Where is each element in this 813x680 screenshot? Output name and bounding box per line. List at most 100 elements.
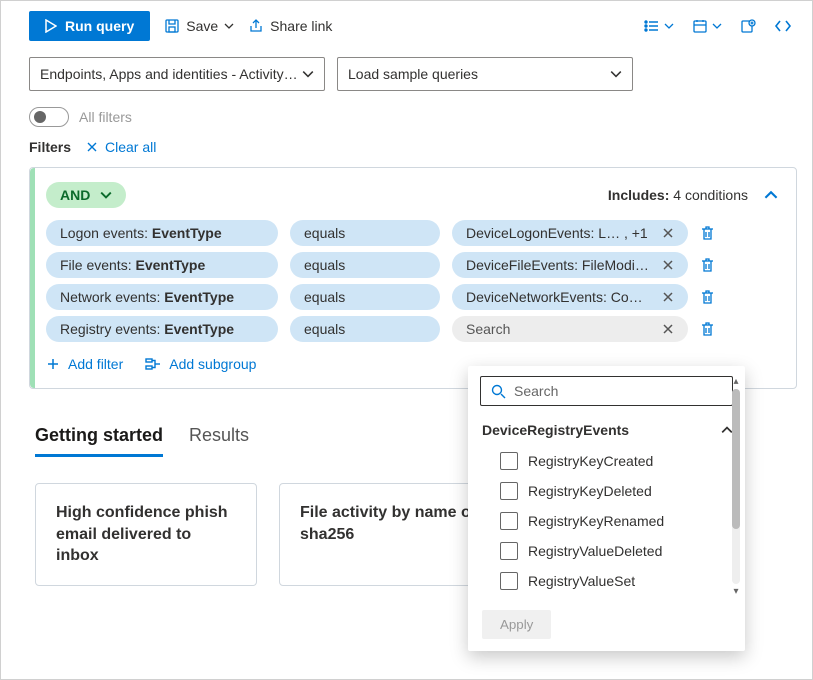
condition-operator-pill[interactable]: equals [290,220,440,246]
checkbox-icon[interactable] [500,572,518,590]
value-picker-popup: Search DeviceRegistryEvents RegistryKeyC… [468,366,745,651]
condition-field-pill[interactable]: File events: EventType [46,252,278,278]
logic-operator-label: AND [60,187,90,203]
tables-dropdown[interactable]: Endpoints, Apps and identities - Activit… [29,57,325,91]
clear-value-button[interactable] [662,227,674,239]
clear-value-button[interactable] [662,323,674,335]
add-subgroup-button[interactable]: Add subgroup [145,356,256,372]
value-option-label: RegistryKeyRenamed [528,513,664,529]
sample-queries-dropdown[interactable]: Load sample queries [337,57,633,91]
tab-results[interactable]: Results [189,425,249,457]
scroll-thumb[interactable] [732,389,740,529]
collapse-group-button[interactable] [764,188,778,202]
group-accent-bar [30,168,35,388]
value-option[interactable]: RegistryKeyRenamed [480,506,743,536]
condition-field-pill[interactable]: Network events: EventType [46,284,278,310]
condition-value-pill[interactable]: Search [452,316,688,342]
includes-count: 4 conditions [673,187,748,203]
includes-prefix: Includes: [608,187,669,203]
clear-value-button[interactable] [662,259,674,271]
value-option-label: RegistryKeyDeleted [528,483,652,499]
clear-all-button[interactable]: Clear all [85,139,156,155]
filters-header: Filters Clear all [1,139,812,167]
value-option-label: RegistryValueSet [528,573,635,589]
condition-value-pill[interactable]: DeviceLogonEvents: L… , +1 [452,220,688,246]
time-range-button[interactable] [692,18,722,34]
share-label: Share link [270,18,332,34]
list-view-button[interactable] [644,18,674,34]
value-option-label: RegistryKeyCreated [528,453,653,469]
value-group-name: DeviceRegistryEvents [482,422,629,438]
top-toolbar: Run query Save Share link [1,1,812,51]
value-option-label: RegistryValueDeleted [528,543,662,559]
logic-operator-dropdown[interactable]: AND [46,182,126,208]
scroll-down-arrow[interactable]: ▾ [733,586,738,597]
condition-value-text: DeviceFileEvents: FileModi… [466,257,649,273]
condition-row: Registry events: EventType equals Search [46,316,778,342]
condition-field-pill[interactable]: Logon events: EventType [46,220,278,246]
run-query-button[interactable]: Run query [29,11,150,41]
play-icon [45,19,57,33]
query-source-row: Endpoints, Apps and identities - Activit… [1,51,812,103]
clear-all-label: Clear all [105,139,156,155]
delete-condition-button[interactable] [700,321,715,337]
all-filters-label: All filters [79,109,132,125]
edit-kql-button[interactable] [774,18,792,34]
condition-row: Network events: EventType equals DeviceNet… [46,284,778,310]
value-option[interactable]: RegistryValueDeleted [480,536,743,566]
share-icon [248,18,264,34]
condition-operator-pill[interactable]: equals [290,284,440,310]
starter-card[interactable]: High confidence phish email delivered to… [35,483,257,586]
condition-row: File events: EventType equals DeviceFileEv… [46,252,778,278]
checkbox-icon[interactable] [500,452,518,470]
save-label: Save [186,18,218,34]
clear-value-button[interactable] [662,291,674,303]
value-search-placeholder: Search [514,383,558,399]
search-icon [491,384,506,399]
add-filter-button[interactable]: Add filter [46,356,123,372]
share-link-button[interactable]: Share link [248,18,332,34]
tab-getting-started[interactable]: Getting started [35,425,163,457]
chevron-down-icon [224,21,234,31]
checkbox-icon[interactable] [500,512,518,530]
save-button[interactable]: Save [164,18,234,34]
scroll-track[interactable] [732,389,740,584]
includes-summary: Includes: 4 conditions [608,187,778,203]
save-icon [164,18,180,34]
condition-value-pill[interactable]: DeviceNetworkEvents: Co… [452,284,688,310]
condition-value-text: DeviceNetworkEvents: Co… [466,289,643,305]
delete-condition-button[interactable] [700,225,715,241]
condition-operator-pill[interactable]: equals [290,252,440,278]
delete-condition-button[interactable] [700,289,715,305]
condition-value-text: DeviceLogonEvents: L… , +1 [466,225,648,241]
checkbox-icon[interactable] [500,542,518,560]
add-subgroup-label: Add subgroup [169,356,256,372]
value-option[interactable]: RegistryKeyCreated [480,446,743,476]
filters-label: Filters [29,139,71,155]
chevron-down-icon [302,68,314,80]
condition-value-text: Search [466,321,510,337]
run-query-label: Run query [65,18,134,34]
condition-row: Logon events: EventType equals DeviceLogon… [46,220,778,246]
add-filter-label: Add filter [68,356,123,372]
delete-condition-button[interactable] [700,257,715,273]
condition-operator-pill[interactable]: equals [290,316,440,342]
all-filters-row: All filters [1,103,812,139]
apply-button[interactable]: Apply [482,610,551,639]
create-rule-button[interactable] [740,18,756,34]
checkbox-icon[interactable] [500,482,518,500]
value-option[interactable]: RegistryValueSet [480,566,743,596]
value-search-input[interactable]: Search [480,376,733,406]
chevron-down-icon [610,68,622,80]
sample-queries-value: Load sample queries [348,66,478,82]
value-option[interactable]: RegistryKeyDeleted [480,476,743,506]
all-filters-toggle[interactable] [29,107,69,127]
condition-field-pill[interactable]: Registry events: EventType [46,316,278,342]
scroll-up-arrow[interactable]: ▴ [733,376,738,387]
popup-scrollbar[interactable]: ▴ ▾ [729,376,743,597]
tables-dropdown-value: Endpoints, Apps and identities - Activit… [40,66,298,82]
value-group-header[interactable]: DeviceRegistryEvents [480,418,743,446]
filter-group: AND Includes: 4 conditions Logon events:… [29,167,797,389]
view-options [644,18,792,34]
condition-value-pill[interactable]: DeviceFileEvents: FileModi… [452,252,688,278]
